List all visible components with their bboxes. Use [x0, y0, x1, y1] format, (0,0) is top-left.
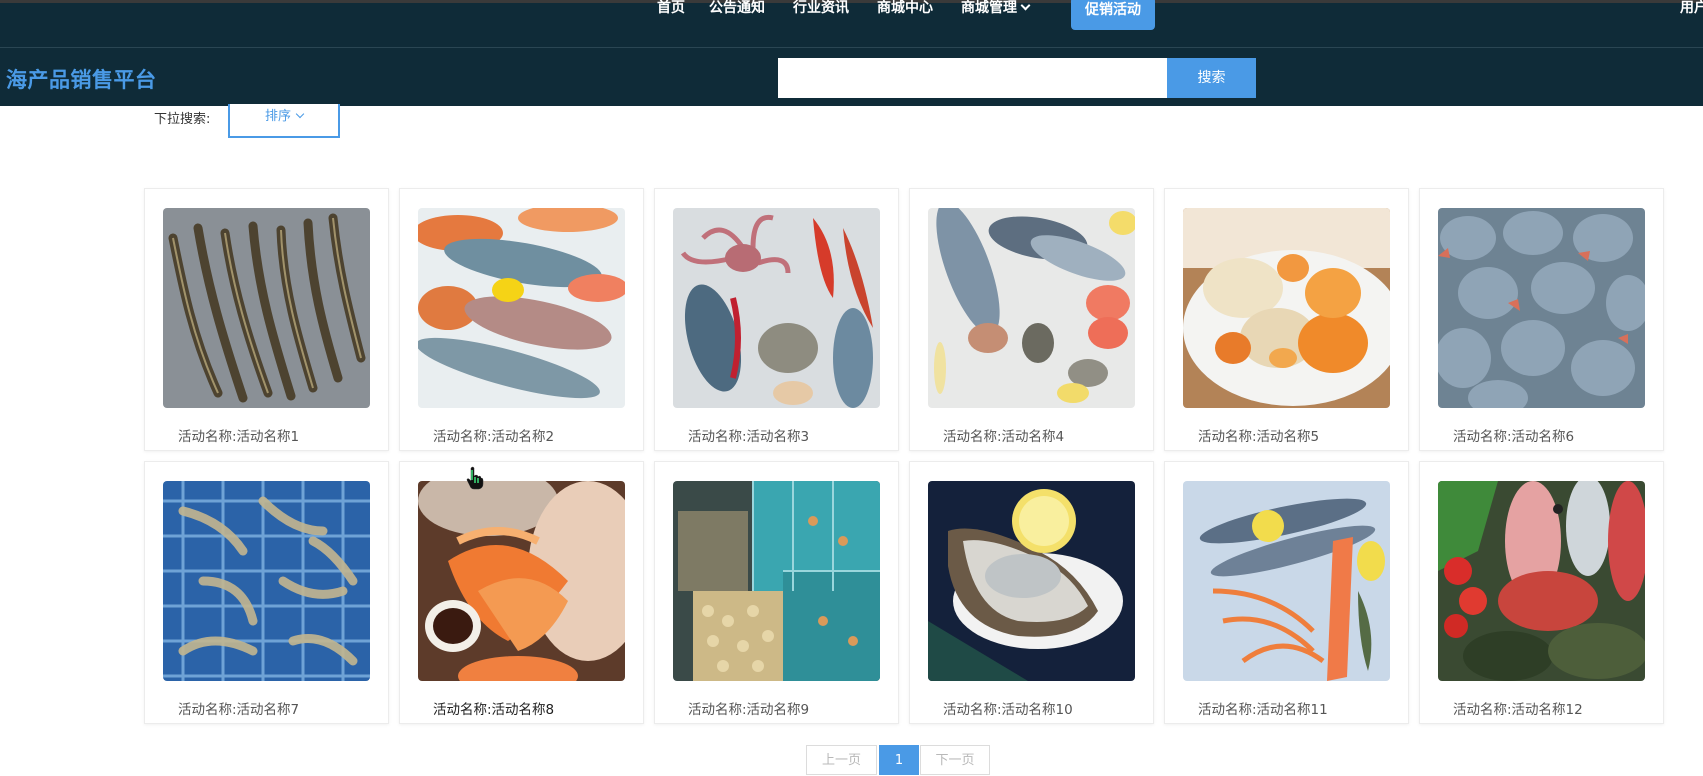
product-card[interactable]: 活动名称:活动名称9 — [654, 461, 899, 724]
product-caption: 活动名称:活动名称2 — [433, 429, 555, 445]
nav-item-mall-management[interactable]: 商城管理 — [961, 0, 1031, 17]
site-brand[interactable]: 海产品销售平台 — [6, 64, 157, 94]
product-card[interactable]: 活动名称:活动名称7 — [144, 461, 389, 724]
product-card[interactable]: 活动名称:活动名称5 — [1164, 188, 1409, 451]
product-caption: 活动名称:活动名称7 — [178, 702, 300, 718]
product-image-tiger-prawns — [163, 208, 370, 408]
product-caption: 活动名称:活动名称5 — [1198, 429, 1320, 445]
product-image-octopus-lobster-seafood-platter — [673, 208, 880, 408]
next-page-button[interactable]: 下一页 — [920, 745, 990, 775]
sort-dropdown-label: 排序 — [264, 109, 291, 124]
top-nav-bar: 首页 公告通知 行业资讯 商城中心 商城管理 促销活动 用户 — [0, 0, 1703, 48]
product-caption: 活动名称:活动名称8 — [433, 702, 555, 718]
product-caption: 活动名称:活动名称4 — [943, 429, 1065, 445]
chevron-down-icon — [295, 109, 305, 119]
nav-item-home[interactable]: 首页 — [657, 0, 685, 17]
product-card[interactable]: 活动名称:活动名称2 — [399, 188, 644, 451]
product-caption: 活动名称:活动名称3 — [688, 429, 810, 445]
product-caption: 活动名称:活动名称9 — [688, 702, 810, 718]
chevron-down-icon — [1020, 0, 1031, 11]
product-caption: 活动名称:活动名称12 — [1453, 702, 1583, 718]
product-image-fish-salmon-oysters-lemon — [928, 208, 1135, 408]
product-caption: 活动名称:活动名称1 — [178, 429, 300, 445]
product-card[interactable]: 活动名称:活动名称3 — [654, 188, 899, 451]
dropdown-search-label: 下拉搜索: — [154, 112, 211, 127]
product-image-fish-on-ice-with-lemon — [418, 208, 625, 408]
nav-item-industry-news[interactable]: 行业资讯 — [793, 0, 849, 17]
product-caption: 活动名称:活动名称10 — [943, 702, 1073, 718]
product-card[interactable]: 活动名称:活动名称12 — [1419, 461, 1664, 724]
page-number-button[interactable]: 1 — [879, 745, 919, 775]
search-input[interactable] — [778, 58, 1167, 98]
product-card[interactable]: 活动名称:活动名称11 — [1164, 461, 1409, 724]
hand-cursor-icon — [466, 466, 484, 490]
product-card[interactable]: 活动名称:活动名称10 — [909, 461, 1154, 724]
nav-item-promotions[interactable]: 促销活动 — [1071, 0, 1155, 30]
user-menu[interactable]: 用户 — [1680, 0, 1703, 17]
brand-search-bar: 海产品销售平台 搜索 — [0, 48, 1703, 106]
nav-item-announcements[interactable]: 公告通知 — [709, 0, 765, 17]
product-caption: 活动名称:活动名称11 — [1198, 702, 1328, 718]
prev-page-button[interactable]: 上一页 — [806, 745, 877, 775]
product-image-oyster-with-lemon — [928, 481, 1135, 681]
nav-item-mall-management-label: 商城管理 — [961, 0, 1017, 16]
search-button[interactable]: 搜索 — [1167, 58, 1256, 98]
product-card[interactable]: 活动名称:活动名称8 — [399, 461, 644, 724]
product-card[interactable]: 活动名称:活动名称6 — [1419, 188, 1664, 451]
product-image-mackerel-salmon-prawns — [1183, 481, 1390, 681]
product-card[interactable]: 活动名称:活动名称1 — [144, 188, 389, 451]
nav-item-mall-center[interactable]: 商城中心 — [877, 0, 933, 17]
product-card[interactable]: 活动名称:活动名称4 — [909, 188, 1154, 451]
sort-dropdown[interactable]: 排序 — [228, 104, 340, 138]
product-image-seafood-market-tanks — [673, 481, 880, 681]
product-image-crabs-on-plate — [1183, 208, 1390, 408]
product-image-red-fish-and-vegetables — [1438, 481, 1645, 681]
product-image-pomfret-fish-pile — [1438, 208, 1645, 408]
product-image-shrimp-in-blue-basket — [163, 481, 370, 681]
product-caption: 活动名称:活动名称6 — [1453, 429, 1575, 445]
product-image-hand-holding-cooked-shrimp — [418, 481, 625, 681]
